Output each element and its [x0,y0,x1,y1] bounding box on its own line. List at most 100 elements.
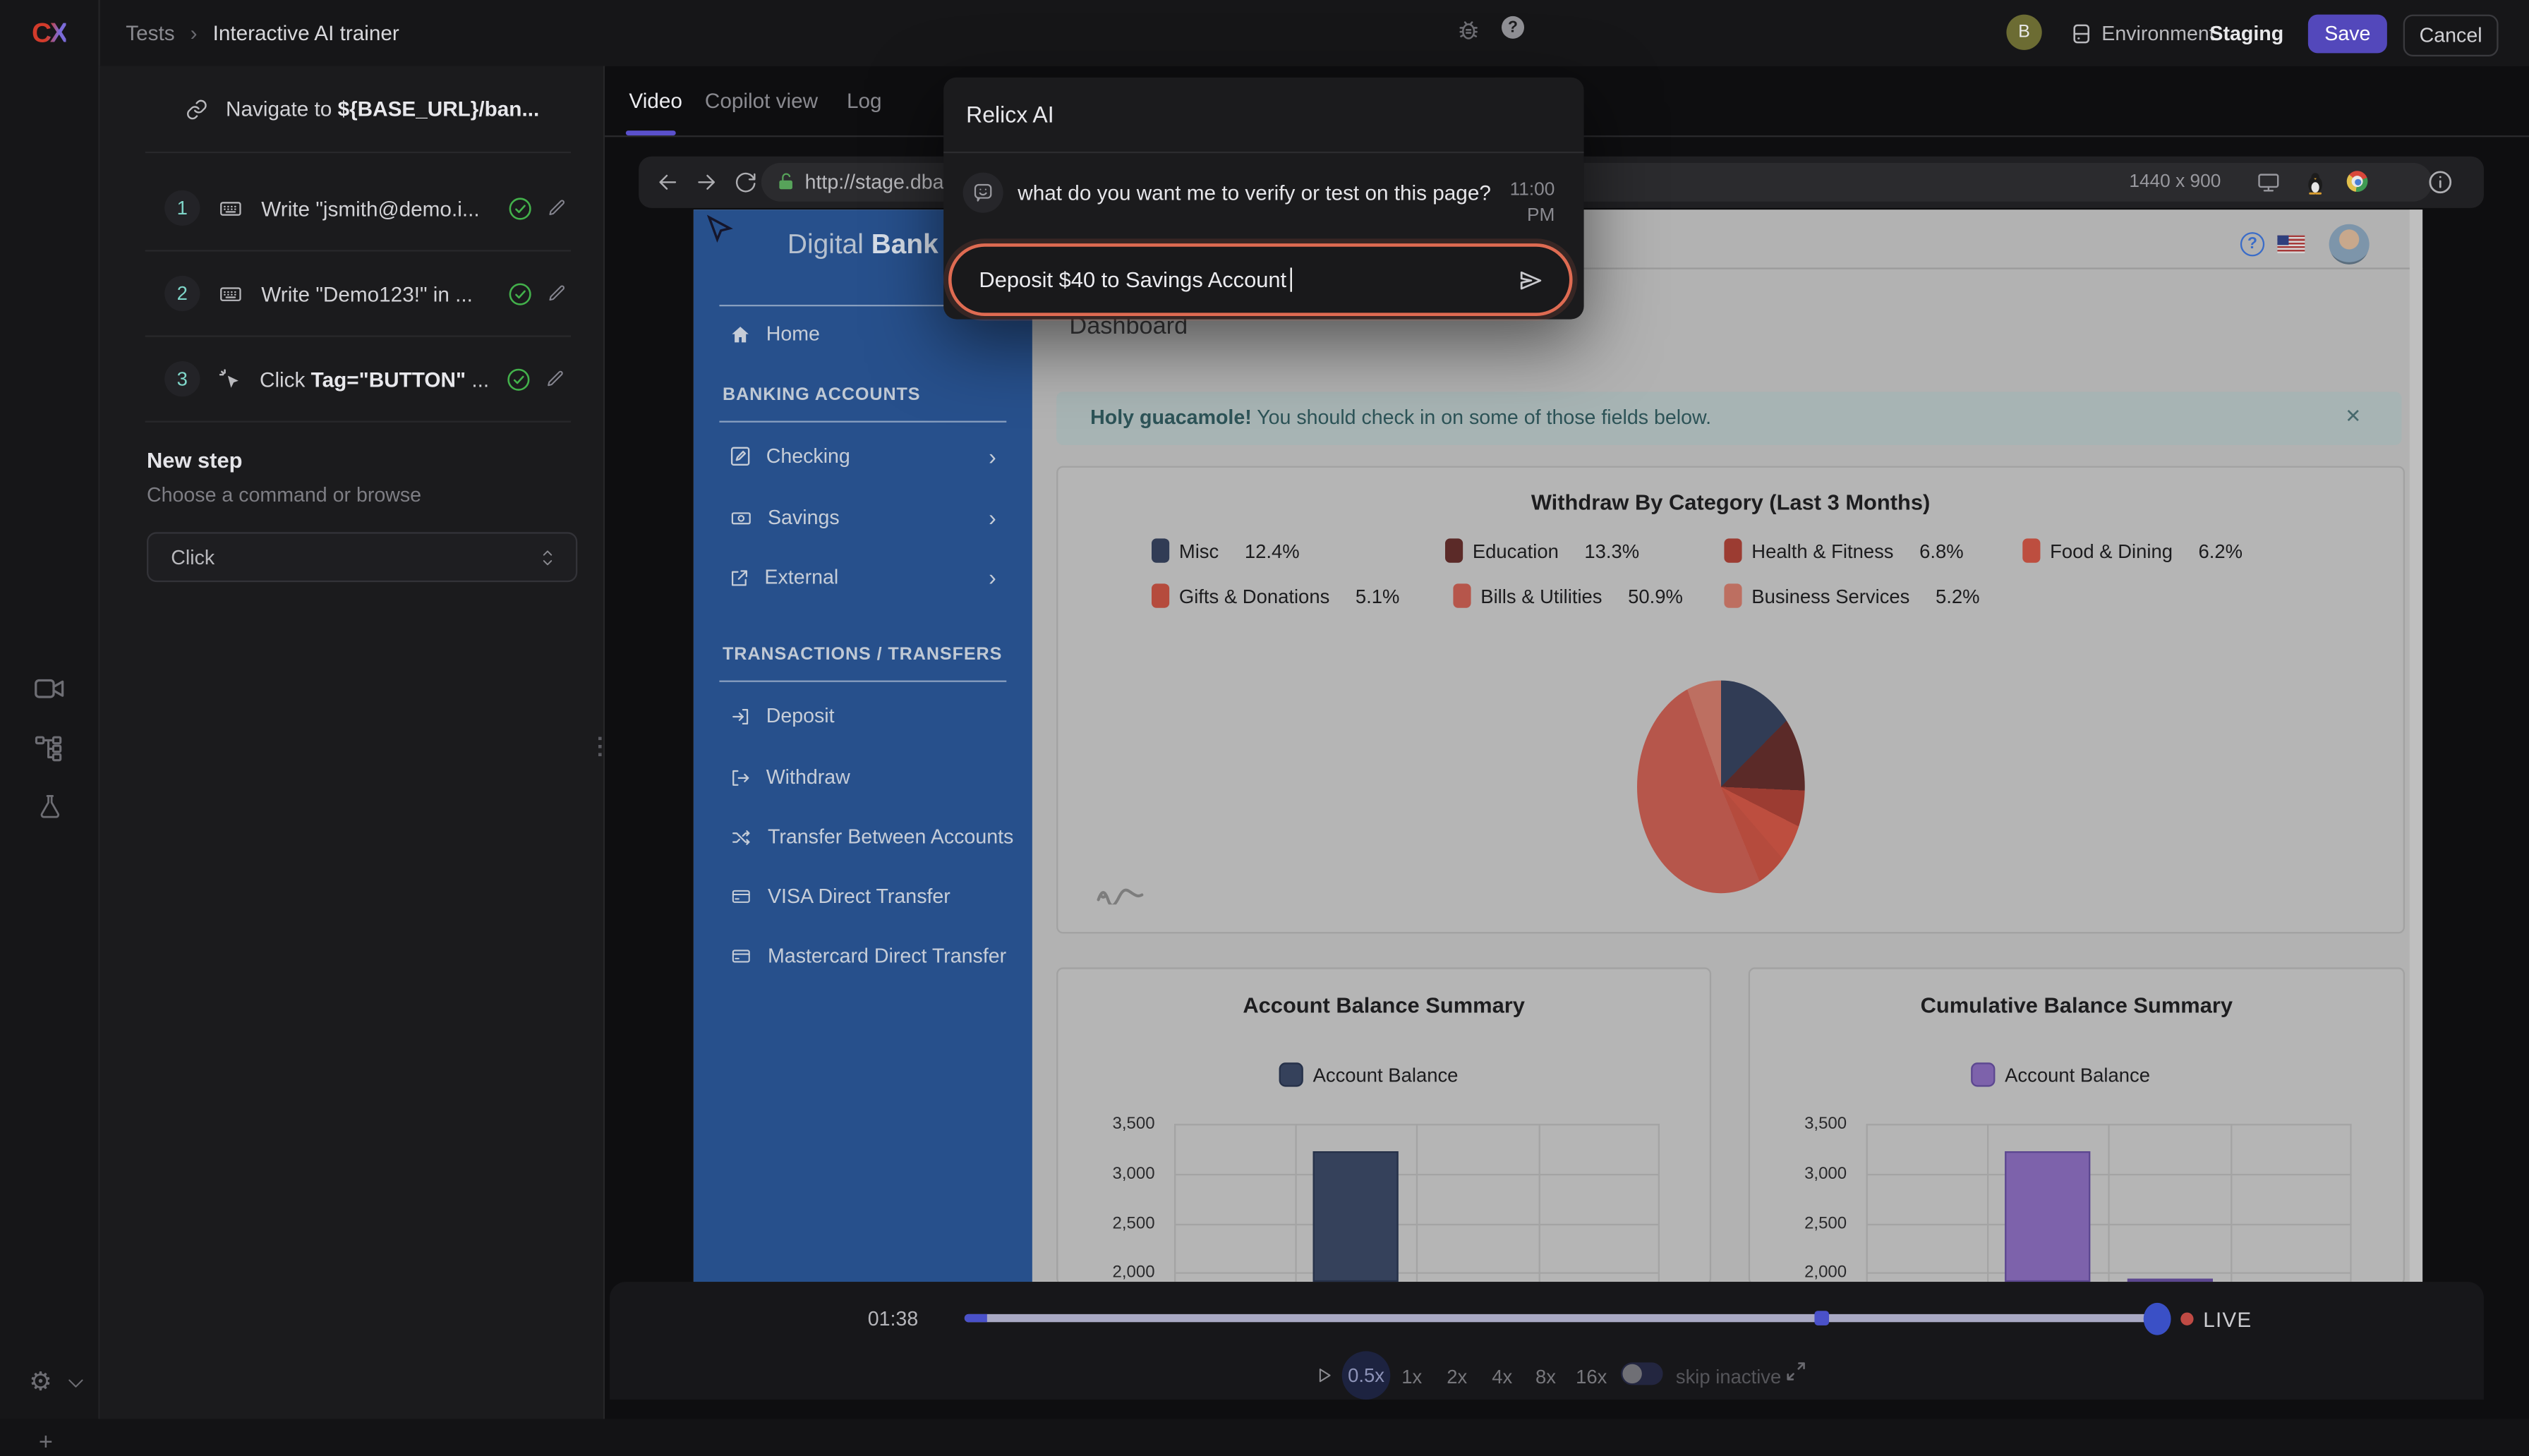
video-camera-icon[interactable] [34,677,64,701]
legend-item[interactable]: Account Balance [1971,1062,2150,1086]
settings-gear-icon[interactable]: ⚙ [29,1366,52,1398]
bar-chart-card-account: Account Balance Summary Account Balance … [1056,967,1711,1282]
step-label: Write "Demo123!" in ... [261,281,498,305]
ai-prompt-value: Deposit $40 to Savings Account [979,267,1286,291]
legend-item[interactable]: Health & Fitness6.8% [1724,538,1963,562]
user-avatar[interactable]: B [2006,15,2041,50]
navigate-step[interactable]: Navigate to ${BASE_URL}/ban... [186,97,539,121]
money-icon [729,507,753,528]
scrollbar[interactable] [2410,210,2422,1282]
y-tick: 2,500 [1782,1214,1847,1233]
y-tick: 2,000 [1090,1263,1154,1282]
speed-4x[interactable]: 4x [1492,1366,1512,1388]
breadcrumb-tests[interactable]: Tests [126,21,174,45]
app-logo[interactable]: CX [0,0,100,66]
command-select[interactable]: Click [147,532,577,582]
environment-value[interactable]: Staging [2209,23,2283,45]
legend-item[interactable]: Bills & Utilities50.9% [1453,583,1682,607]
add-button[interactable]: + [39,1428,53,1456]
send-icon[interactable] [1516,267,1545,293]
bank-nav-savings[interactable]: Savings [729,506,840,529]
legend-item[interactable]: Account Balance [1279,1062,1459,1086]
fullscreen-icon[interactable] [1784,1359,1808,1383]
cx-logo-icon: CX [32,17,66,49]
bank-nav-home[interactable]: Home [729,322,820,345]
speed-0-5x-active[interactable]: 0.5x [1342,1351,1391,1400]
edit-pencil-icon[interactable] [545,369,565,388]
live-dot [2180,1313,2193,1325]
speed-16x[interactable]: 16x [1576,1366,1607,1388]
alert-banner: Holy guacamole! You should check in on s… [1056,392,2401,444]
timeline-handle[interactable] [2144,1303,2171,1335]
bar-chart-card-cumulative: Cumulative Balance Summary Account Balan… [1749,967,2405,1282]
bank-sidebar: Digital Bank Home BANKING ACCOUNTS Check… [694,210,1032,1282]
step-label-prefix: Click [260,367,311,391]
save-button[interactable]: Save [2308,15,2387,54]
bank-help-icon[interactable]: ? [2240,232,2264,256]
legend-item[interactable]: Business Services5.2% [1724,583,1979,607]
tab-log[interactable]: Log [847,89,882,113]
forward-icon[interactable] [695,171,718,193]
bar-account-balance[interactable] [1313,1151,1399,1282]
monitor-icon[interactable] [2257,171,2281,193]
bank-nav-mastercard[interactable]: Mastercard Direct Transfer [729,945,1006,967]
link-icon [186,97,208,120]
environment-label: Environment [2101,23,2214,45]
pie-chart-title: Withdraw By Category (Last 3 Months) [1058,490,2403,514]
chevron-down-icon[interactable] [66,1377,85,1390]
external-link-icon [729,566,750,588]
tab-copilot-view[interactable]: Copilot view [705,89,818,113]
y-tick: 3,500 [1782,1114,1847,1133]
bank-nav-external[interactable]: External [729,566,838,588]
chevron-right-icon: › [989,564,996,590]
legend-item[interactable]: Education13.3% [1445,538,1639,562]
bank-nav-visa[interactable]: VISA Direct Transfer [729,885,950,908]
us-flag-icon[interactable] [2277,236,2305,253]
video-viewport[interactable]: Digital Bank Home BANKING ACCOUNTS Check… [694,210,2422,1282]
timeline-marker[interactable] [1814,1311,1829,1325]
step-row-2[interactable]: 2 Write "Demo123!" in ... [164,276,566,311]
flask-icon[interactable] [37,791,64,820]
player-bar: 01:38 LIVE 0.5x 1x 2x 4x 8x 16x skip ina… [610,1282,2484,1400]
y-tick: 3,000 [1090,1164,1154,1183]
skip-inactive-toggle[interactable] [1621,1362,1662,1385]
reload-icon[interactable] [734,171,756,193]
play-icon[interactable] [1315,1364,1334,1387]
new-step-subtitle: Choose a command or browse [147,484,421,506]
tab-video[interactable]: Video [629,89,682,113]
command-select-value: Click [171,546,215,569]
bank-user-avatar[interactable] [2329,224,2370,265]
edit-pencil-icon[interactable] [547,284,566,303]
bank-nav-withdraw[interactable]: Withdraw [729,766,850,789]
speed-2x[interactable]: 2x [1447,1366,1467,1388]
timeline-track[interactable] [965,1314,2169,1322]
legend-item[interactable]: Misc12.4% [1152,538,1300,562]
step-success-icon [508,281,532,305]
back-icon[interactable] [656,171,679,193]
speed-8x[interactable]: 8x [1535,1366,1556,1388]
bug-icon[interactable] [1456,16,1480,44]
alert-close-icon[interactable]: ✕ [2345,405,2361,427]
bar-account-balance[interactable] [2005,1151,2090,1282]
bar-chart-title: Account Balance Summary [1058,993,1709,1017]
y-tick: 3,000 [1782,1164,1847,1183]
bank-nav-deposit[interactable]: Deposit [729,705,834,727]
select-chevrons-icon [538,546,556,569]
chrome-browser-icon[interactable] [2347,171,2368,192]
sitemap-icon[interactable] [32,734,65,763]
ai-prompt-input[interactable]: Deposit $40 to Savings Account [948,243,1573,316]
bank-nav-checking[interactable]: Checking [729,445,850,468]
step-row-1[interactable]: 1 Write "jsmith@demo.i... [164,190,566,226]
step-label-suffix: ... [466,367,489,391]
legend-item[interactable]: Gifts & Donations5.1% [1152,583,1399,607]
cancel-button[interactable]: Cancel [2403,15,2499,56]
speed-1x[interactable]: 1x [1401,1366,1422,1388]
step-row-3[interactable]: 3 Click Tag="BUTTON" ... [164,361,565,396]
linux-penguin-icon[interactable] [2305,171,2326,195]
bank-nav-transfer[interactable]: Transfer Between Accounts [729,825,1013,848]
y-tick: 2,000 [1782,1263,1847,1282]
info-icon[interactable] [2427,169,2453,195]
help-icon[interactable]: ? [1502,16,1524,39]
edit-pencil-icon[interactable] [547,198,566,217]
legend-item[interactable]: Food & Dining6.2% [2022,538,2243,562]
